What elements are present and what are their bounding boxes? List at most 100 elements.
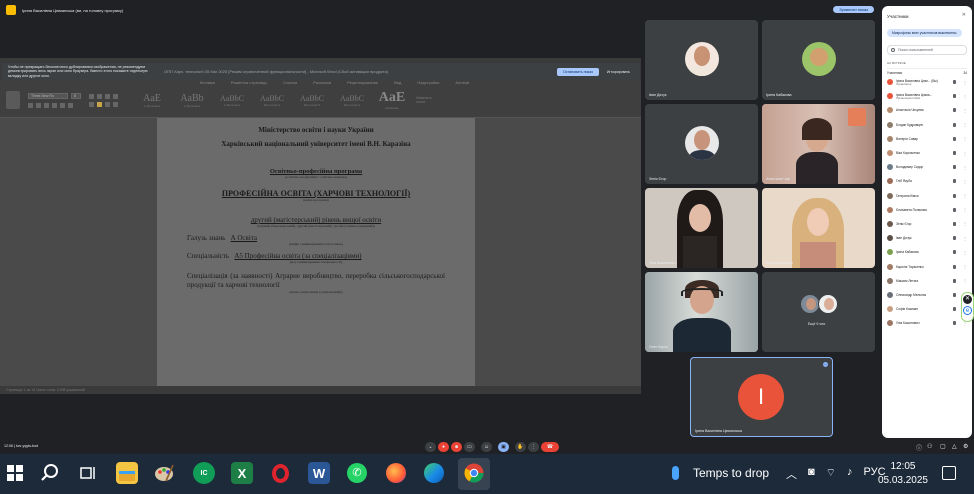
file-explorer-icon[interactable] [116,462,138,484]
bold-icon[interactable] [28,102,33,108]
participant-row[interactable]: Ірина Василівна Цюма... Презентация в Mee… [887,89,967,103]
font-name-select[interactable]: Times New Ro [28,92,68,99]
weather-widget[interactable]: Temps to drop [672,466,769,480]
more-options-icon[interactable]: ⋮ [963,151,967,156]
bullets-icon[interactable] [89,93,94,99]
participant-row[interactable]: Софія Кошман⋮ [887,302,967,316]
word-icon[interactable]: W [308,462,330,484]
participant-row[interactable]: Валерія Савар ⋮ [887,132,967,146]
ribbon-tab[interactable]: Разметка страницы [231,80,267,86]
style-item[interactable]: AaBbC Заголовок 4 [256,88,288,112]
mic-off-icon[interactable] [953,292,956,297]
excel-icon[interactable]: X [231,462,253,484]
ribbon-tab[interactable]: Вставка [200,80,215,86]
windows-start-icon[interactable] [4,462,26,484]
mic-off-icon[interactable] [953,264,956,269]
participant-search-input[interactable]: Поиск пользователей [887,45,967,55]
video-tile[interactable]: Зенік Єгор [645,104,758,184]
style-item[interactable]: AaBbC 3 Заголовок [216,88,248,112]
participant-row[interactable]: Максим Летяга ⋮ [887,274,967,288]
font-size-select[interactable]: 8 [71,92,81,99]
participant-row[interactable]: Володимир Сидор ⋮ [887,160,967,174]
ribbon-tab[interactable]: Acrobat [455,80,469,86]
paste-icon[interactable] [6,91,20,109]
present-icon[interactable]: ▣ [498,442,509,452]
paint-icon[interactable] [153,462,175,484]
info-icon[interactable]: ⓘ [916,443,922,452]
mic-off-icon[interactable] [953,278,956,283]
chat-icon[interactable]: ▢ [940,443,946,450]
mic-off-icon[interactable]: ● [438,442,449,452]
superscript-icon[interactable] [68,102,73,108]
mic-off-icon[interactable] [953,221,956,226]
document-page[interactable]: Міністерство освіти і науки України Харк… [157,118,475,386]
participant-row[interactable]: Єлизавета Полякова ⋮ [887,203,967,217]
mic-off-icon[interactable] [953,94,956,99]
mic-off-icon[interactable] [953,80,956,85]
video-tile[interactable]: Ірина Кабакова [762,20,875,100]
video-tile[interactable]: Анна Кириченко [762,188,875,268]
ribbon-tab[interactable]: Надстройки [417,80,439,86]
participant-row[interactable]: Богдан Кудрявцев ⋮ [887,118,967,132]
more-participants-tile[interactable]: Ещё 9 чел. [762,272,875,352]
video-tile[interactable]: Іван Дячук [645,20,758,100]
stop-share-button[interactable]: Остановить показ [556,67,599,76]
mic-off-icon[interactable] [953,136,956,141]
participant-row[interactable]: Гліб Якуба ⋮ [887,174,967,188]
align-right-icon[interactable] [105,101,110,107]
participant-row[interactable]: Віка Корсаченко ⋮ [887,146,967,160]
more-options-icon[interactable]: ⋮ [963,122,967,127]
task-view-icon[interactable] [77,462,99,484]
mic-off-icon[interactable] [953,307,956,312]
more-options-icon[interactable]: ⋮ [963,165,967,170]
ignore-button[interactable]: Игнорировать [607,70,630,74]
participants-section-header[interactable]: Участники 34 [887,68,967,75]
more-options-icon[interactable]: ⋮ [963,108,967,113]
mic-off-icon[interactable] [953,207,956,212]
style-item[interactable]: AaE Название [376,88,408,112]
tile-options-icon[interactable]: ⋯ [823,362,828,367]
participant-row[interactable]: Ірина Василівна Цюм... (Вы) Организатор ⋮ [887,75,967,89]
notifications-icon[interactable] [942,466,956,480]
more-options-icon[interactable]: ⋮ [963,264,967,269]
ribbon-tab[interactable]: Ссылки [283,80,297,86]
change-styles-button[interactable]: Изменить стили [416,96,442,104]
whatsapp-icon[interactable]: ✆ [346,462,368,484]
local-video-tile[interactable]: ⋯ І Ірина Василівна Цюманська [690,357,833,437]
style-item[interactable]: AaBb 2 Заголовок [176,88,208,112]
style-item[interactable]: AaBbC Заголовок 5 [296,88,328,112]
chevron-up-icon[interactable]: ︿ [786,466,797,482]
mic-off-icon[interactable] [953,179,956,184]
wifi-icon[interactable]: ⌔ [826,466,836,482]
more-options-icon[interactable]: ⋮ [963,278,967,283]
ribbon-tab[interactable]: Рецензирование [347,80,378,86]
more-options-icon[interactable]: ⋮ [963,207,967,212]
people-icon[interactable]: ⚇ [927,443,932,450]
mic-button[interactable]: ⌄ [425,442,436,452]
mic-off-icon[interactable] [953,250,956,255]
extension-e-icon[interactable]: e [963,306,972,315]
participant-row[interactable]: Зенік Єгор ⋮ [887,217,967,231]
emoji-icon[interactable]: ☺ [481,442,492,452]
underline-icon[interactable] [44,102,49,108]
ribbon-tab[interactable]: Вид [394,80,401,86]
more-options-icon[interactable]: ⋮ [963,179,967,184]
ribbon-tab[interactable]: Рассылки [313,80,331,86]
numbering-icon[interactable] [97,93,102,99]
more-options-icon[interactable]: ⋮ [528,442,539,452]
stop-presenting-button[interactable]: Зупинити показ [833,6,874,13]
camera-off-icon[interactable]: ■ [451,442,462,452]
host-controls-icon[interactable]: ⚙ [963,443,968,450]
opera-icon[interactable] [269,462,291,484]
mic-off-icon[interactable] [953,193,956,198]
more-options-icon[interactable]: ⋮ [963,193,967,198]
participant-row[interactable]: Каролія Тарасенко ⋮ [887,259,967,273]
mute-all-button[interactable]: Микрофоны всех участников выключены [887,29,962,37]
mic-off-icon[interactable] [953,236,956,241]
mic-off-icon[interactable] [953,108,956,113]
more-options-icon[interactable]: ⋮ [963,94,967,99]
video-tile[interactable]: Уліа Кошинович [645,188,758,268]
mic-off-icon[interactable] [953,165,956,170]
indent-icon[interactable] [105,93,110,99]
participant-row[interactable]: Ірина Кабакова ⋮ [887,245,967,259]
